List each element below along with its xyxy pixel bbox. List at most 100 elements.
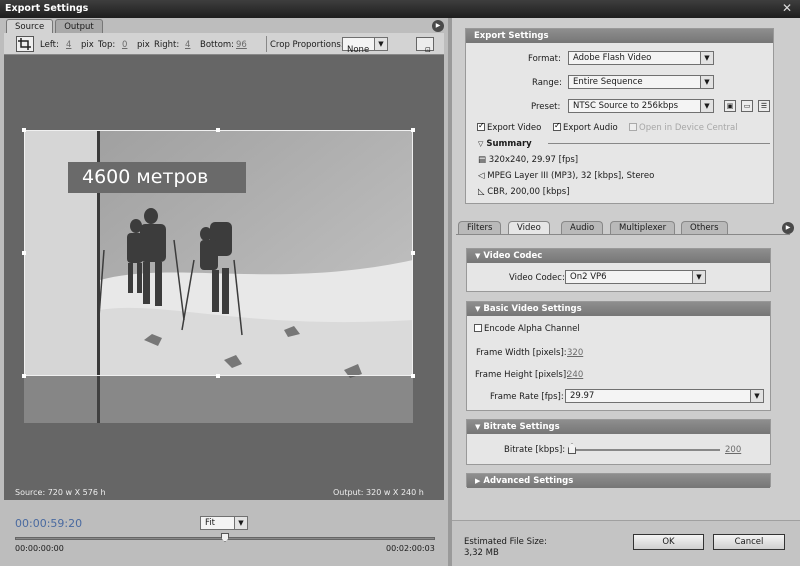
crop-bottom-label: Bottom: <box>200 40 235 50</box>
summary-audio-line: ◁ MPEG Layer III (MP3), 32 [kbps], Stere… <box>478 171 654 181</box>
format-select[interactable]: Adobe Flash Video ▼ <box>568 51 714 65</box>
crop-bottom-value[interactable]: 96 <box>236 40 247 50</box>
video-codec-title: Video Codec <box>483 251 543 261</box>
crop-left-label: Left: <box>40 40 59 50</box>
advanced-settings-group: ▶ Advanced Settings <box>466 473 771 488</box>
lock-aspect-button[interactable]: ⊡ <box>416 37 434 54</box>
checkbox-icon <box>477 121 485 131</box>
pix-label: pix <box>137 40 150 50</box>
bitrate-label: Bitrate [kbps]: <box>504 445 566 455</box>
format-label: Format: <box>528 54 561 64</box>
format-value: Adobe Flash Video <box>573 53 652 63</box>
delete-preset-button[interactable]: ☰ <box>758 100 770 112</box>
start-time: 00:00:00:00 <box>15 544 64 553</box>
export-settings-header: Export Settings <box>466 29 773 43</box>
preset-value: NTSC Source to 256kbps <box>573 101 679 111</box>
video-overlay-title: 4600 метров <box>68 162 246 193</box>
ok-button[interactable]: OK <box>633 534 704 550</box>
bitrate-group: ▼ Bitrate Settings <box>466 419 771 465</box>
summary-bitrate-line: ◺ CBR, 200,00 [kbps] <box>478 187 570 197</box>
checkbox-icon <box>629 123 637 131</box>
source-dimensions: Source: 720 w X 576 h <box>15 488 106 497</box>
import-preset-button[interactable]: ▭ <box>741 100 753 112</box>
tab-multiplexer[interactable]: Multiplexer <box>610 221 676 234</box>
encode-alpha-label: Encode Alpha Channel <box>484 324 580 334</box>
video-codec-value: On2 VP6 <box>570 272 607 282</box>
crop-handle[interactable] <box>411 128 415 132</box>
crop-handle[interactable] <box>22 251 26 255</box>
save-preset-button[interactable]: ▣ <box>724 100 736 112</box>
export-video-checkbox[interactable]: Export Video <box>477 121 542 133</box>
zoom-value: Fit <box>205 518 215 528</box>
frame-rate-label: Frame Rate [fps]: <box>490 392 564 402</box>
frame-height-value[interactable]: 240 <box>567 370 583 380</box>
frame-width-value[interactable]: 320 <box>567 348 583 358</box>
output-dimensions: Output: 320 w X 240 h <box>333 488 424 497</box>
crop-handle[interactable] <box>22 374 26 378</box>
range-label: Range: <box>532 78 562 88</box>
tab-filters[interactable]: Filters <box>458 221 502 234</box>
tabs-menu-icon[interactable]: ▶ <box>782 222 794 234</box>
chevron-down-icon: ▽ <box>478 140 484 148</box>
crop-handle[interactable] <box>22 128 26 132</box>
panel-menu-icon[interactable]: ▶ <box>432 20 444 32</box>
save-icon: ▣ <box>726 102 734 110</box>
chevron-down-icon: ▼ <box>750 390 763 402</box>
video-codec-select[interactable]: On2 VP6 ▼ <box>565 270 706 284</box>
basic-video-header[interactable]: ▼ Basic Video Settings <box>467 302 770 316</box>
trash-icon: ☰ <box>760 102 768 110</box>
video-codec-header[interactable]: ▼ Video Codec <box>467 249 770 263</box>
basic-video-title: Basic Video Settings <box>483 304 582 314</box>
frame-width-label: Frame Width [pixels]: <box>476 348 567 358</box>
bitrate-slider-track[interactable] <box>570 449 720 451</box>
crop-handle[interactable] <box>411 251 415 255</box>
tab-source[interactable]: Source <box>6 19 54 33</box>
cancel-button[interactable]: Cancel <box>713 534 785 550</box>
lock-icon: ⊡ <box>425 46 431 54</box>
advanced-settings-header[interactable]: ▶ Advanced Settings <box>467 474 770 488</box>
pix-label: pix <box>81 40 94 50</box>
encode-alpha-checkbox[interactable]: Encode Alpha Channel <box>474 324 580 334</box>
chevron-down-icon: ▼ <box>234 517 247 529</box>
chevron-right-icon: ▶ <box>475 477 481 485</box>
tab-video[interactable]: Video <box>508 221 550 234</box>
summary-video-text: 320x240, 29.97 [fps] <box>488 155 579 165</box>
crop-proportions-select[interactable]: None ▼ <box>342 37 388 55</box>
bitrate-value[interactable]: 200 <box>725 445 741 455</box>
range-value: Entire Sequence <box>573 77 643 87</box>
chevron-down-icon: ▼ <box>475 305 481 313</box>
bitrate-header[interactable]: ▼ Bitrate Settings <box>467 420 770 434</box>
frame-rate-select[interactable]: 29.97 ▼ <box>565 389 764 403</box>
crop-handle[interactable] <box>216 374 220 378</box>
end-time: 00:02:00:03 <box>386 544 435 553</box>
range-select[interactable]: Entire Sequence ▼ <box>568 75 714 89</box>
speaker-icon: ◁ <box>478 171 485 181</box>
advanced-settings-title: Advanced Settings <box>483 476 574 486</box>
crop-top-value[interactable]: 0 <box>122 40 127 50</box>
crop-handle[interactable] <box>216 128 220 132</box>
crop-proportions-value: None <box>347 45 370 55</box>
tab-output[interactable]: Output <box>55 19 103 33</box>
divider <box>548 143 770 144</box>
import-icon: ▭ <box>743 102 751 110</box>
tab-others[interactable]: Others <box>681 221 728 234</box>
source-tabs: Source Output <box>6 19 105 33</box>
summary-bitrate-text: CBR, 200,00 [kbps] <box>487 187 570 197</box>
preset-select[interactable]: NTSC Source to 256kbps ▼ <box>568 99 714 113</box>
frame-rate-value: 29.97 <box>570 391 595 401</box>
tab-audio[interactable]: Audio <box>561 221 604 234</box>
open-device-central-checkbox: Open in Device Central <box>629 123 738 133</box>
crop-tool-button[interactable] <box>16 36 34 52</box>
open-device-central-label: Open in Device Central <box>639 123 738 133</box>
crop-handle[interactable] <box>411 374 415 378</box>
current-timecode[interactable]: 00:00:59:20 <box>15 517 82 530</box>
zoom-select[interactable]: Fit ▼ <box>200 516 248 530</box>
window-title: Export Settings <box>0 0 800 18</box>
preset-label: Preset: <box>531 102 561 112</box>
crop-right-value[interactable]: 4 <box>185 40 190 50</box>
export-video-label: Export Video <box>487 123 542 133</box>
crop-left-value[interactable]: 4 <box>66 40 71 50</box>
close-icon[interactable]: ✕ <box>782 1 792 15</box>
summary-toggle[interactable]: ▽ Summary <box>478 139 532 149</box>
export-audio-checkbox[interactable]: Export Audio <box>553 121 618 133</box>
